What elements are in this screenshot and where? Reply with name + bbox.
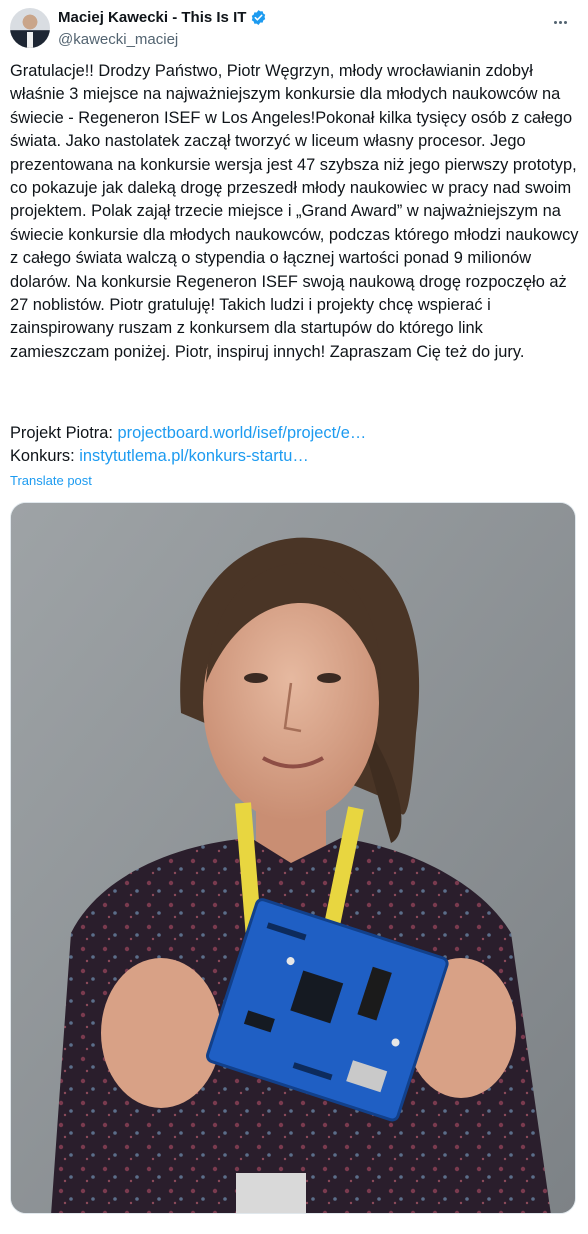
project-line: Projekt Piotra: projectboard.world/isef/…: [10, 422, 580, 445]
tweet-photo[interactable]: [10, 502, 576, 1214]
contest-link[interactable]: instytutlema.pl/konkurs-startu…: [79, 447, 309, 465]
more-options-icon[interactable]: [548, 12, 572, 32]
project-link[interactable]: projectboard.world/isef/project/e…: [118, 424, 367, 442]
author-name-row[interactable]: Maciej Kawecki - This Is IT: [58, 9, 267, 26]
tweet-header: Maciej Kawecki - This Is IT @kawecki_mac…: [10, 6, 578, 52]
tweet-links: Projekt Piotra: projectboard.world/isef/…: [10, 422, 580, 469]
author-handle[interactable]: @kawecki_maciej: [58, 31, 178, 48]
author-display-name[interactable]: Maciej Kawecki - This Is IT: [58, 9, 246, 26]
contest-label: Konkurs:: [10, 447, 75, 466]
project-label: Projekt Piotra:: [10, 424, 113, 442]
photo-illustration: [11, 503, 575, 1213]
verified-badge-icon: [252, 10, 266, 25]
contest-line: Konkurs: instytutlema.pl/konkurs-startu…: [10, 445, 580, 468]
tweet-text: Gratulacje!! Drodzy Państwo, Piotr Węgrz…: [10, 60, 580, 364]
author-avatar[interactable]: [10, 8, 50, 48]
translate-post-link[interactable]: Translate post: [10, 473, 92, 488]
tweet-paragraph: Gratulacje!! Drodzy Państwo, Piotr Węgrz…: [10, 62, 579, 361]
